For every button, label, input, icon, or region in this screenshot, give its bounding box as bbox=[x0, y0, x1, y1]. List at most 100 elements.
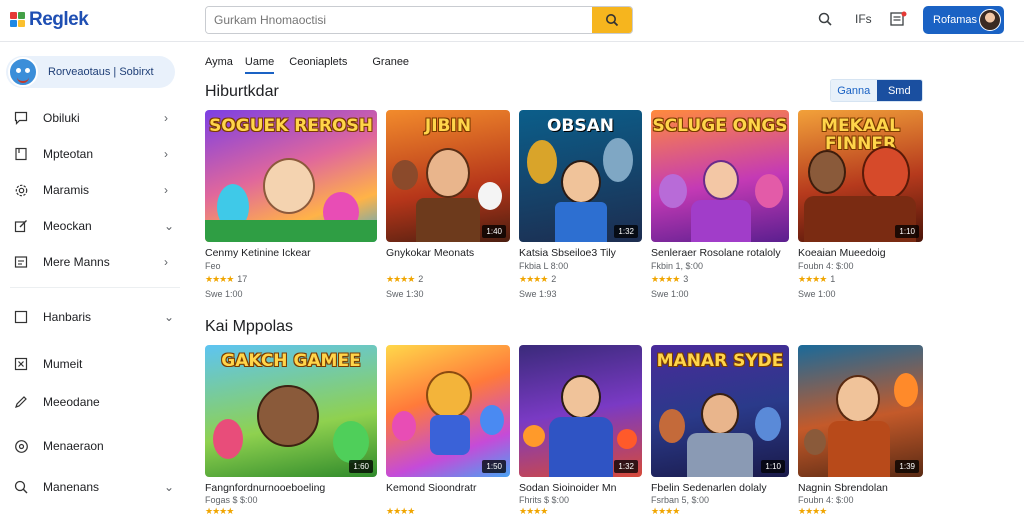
price-label: Swe 1:30 bbox=[386, 289, 424, 299]
tab-granee[interactable]: Granee bbox=[372, 50, 409, 74]
game-thumbnail: SCLUGE ONGS bbox=[651, 110, 789, 242]
logo-mark-icon bbox=[10, 12, 26, 28]
game-card[interactable]: SOGUEK REROSH Cenmy Ketinine Ickear Feo … bbox=[205, 110, 377, 305]
profile-chip[interactable]: Rorveaotaus | Sobirxt bbox=[6, 56, 175, 88]
sidebar-item-menaeraon[interactable]: Menaeraon bbox=[0, 433, 190, 459]
duration-badge: 1:40 bbox=[482, 225, 506, 238]
rating-count: 2 bbox=[551, 274, 557, 284]
sidebar-item-manenans[interactable]: Manenans ⌄ bbox=[0, 474, 190, 500]
search-button[interactable] bbox=[592, 7, 632, 33]
tab-ceoniaplets[interactable]: Ceoniaplets bbox=[289, 50, 347, 74]
price-label: Swe 1:00 bbox=[651, 289, 689, 299]
duration-badge: 1:32 bbox=[614, 460, 638, 473]
game-subtitle: Foubn 4: $:00 bbox=[798, 261, 854, 271]
sidebar-item-mumeit[interactable]: Mumeit bbox=[0, 351, 190, 377]
game-art-title: MANAR SYDE bbox=[656, 351, 784, 371]
toggle-option-smd[interactable]: Smd bbox=[876, 80, 922, 101]
game-card[interactable]: SCLUGE ONGS Senleraer Rosolane rotaloly … bbox=[651, 110, 789, 305]
logo[interactable]: Reglek bbox=[10, 9, 89, 31]
game-subtitle: Fogas $ $:00 bbox=[205, 495, 258, 505]
tab-bar: Ayma Uame Ceoniaplets Granee bbox=[205, 50, 409, 74]
game-card[interactable]: 1:50 Kemond Sioondratr ★★★★ bbox=[386, 345, 510, 516]
sidebar-item-maramis[interactable]: Maramis › bbox=[0, 177, 190, 203]
list-icon bbox=[13, 254, 29, 270]
game-art-title: JIBIN bbox=[424, 116, 472, 136]
sidebar-item-label: Menaeraon bbox=[43, 439, 104, 453]
search-icon bbox=[818, 12, 832, 26]
game-art-title: SOGUEK REROSH bbox=[209, 116, 373, 136]
sidebar-item-hanbaris[interactable]: Hanbaris ⌄ bbox=[0, 304, 190, 330]
user-menu-button[interactable]: Rofamas bbox=[923, 6, 1004, 34]
rating-count: 17 bbox=[237, 274, 248, 284]
game-art-title: OBSAN bbox=[546, 116, 615, 136]
sidebar-item-meockan[interactable]: Meockan ⌄ bbox=[0, 213, 190, 239]
duration-badge: 1:10 bbox=[761, 460, 785, 473]
game-title: Katsia Sbseiloe3 Tily bbox=[519, 247, 616, 259]
chevron-right-icon: › bbox=[164, 147, 168, 161]
game-subtitle: Foubn 4: $:00 bbox=[798, 495, 854, 505]
game-card[interactable]: GAKCH GAMEE 1:60 Fangnfordnurnooeboeling… bbox=[205, 345, 377, 516]
game-card[interactable]: MEKAAL FINNER 1:10 Koeaian Mueedoig Foub… bbox=[798, 110, 923, 305]
sidebar-item-label: Meockan bbox=[43, 219, 92, 233]
duration-badge: 1:32 bbox=[614, 225, 638, 238]
game-thumbnail: OBSAN 1:32 bbox=[519, 110, 642, 242]
game-card[interactable]: 1:32 Sodan Sioinoider Mn Fhrits $ $:00 ★… bbox=[519, 345, 642, 516]
game-thumbnail: SOGUEK REROSH bbox=[205, 110, 377, 242]
rating-count: 1 bbox=[830, 274, 836, 284]
chevron-down-icon: ⌄ bbox=[164, 310, 175, 324]
sidebar-item-obiluki[interactable]: Obiluki › bbox=[0, 105, 190, 131]
message-icon bbox=[13, 110, 29, 126]
game-title: Sodan Sioinoider Mn bbox=[519, 482, 617, 494]
game-subtitle: Fsrban 5, $:00 bbox=[651, 495, 710, 505]
help-link[interactable]: IFs bbox=[855, 12, 872, 26]
game-title: Nagnin Sbrendolan bbox=[798, 482, 888, 494]
sidebar-item-mpteotan[interactable]: Mpteotan › bbox=[0, 141, 190, 167]
toggle-option-ganna[interactable]: Ganna bbox=[831, 80, 877, 101]
chevron-down-icon: ⌄ bbox=[164, 219, 175, 233]
game-card[interactable]: MANAR SYDE 1:10 Fbelin Sedenarlen dolaly… bbox=[651, 345, 789, 516]
globe-icon bbox=[13, 438, 29, 454]
sidebar-item-meeodane[interactable]: Meeodane bbox=[0, 389, 190, 415]
game-thumbnail: 1:50 bbox=[386, 345, 510, 477]
game-subtitle: Feo bbox=[205, 261, 221, 271]
profile-name: Rorveaotaus | Sobirxt bbox=[48, 66, 154, 78]
avatar bbox=[8, 57, 38, 87]
duration-badge: 1:60 bbox=[349, 460, 373, 473]
price-label: Swe 1:93 bbox=[519, 289, 557, 299]
game-card[interactable]: OBSAN 1:32 Katsia Sbseiloe3 Tily Fkbia L… bbox=[519, 110, 642, 305]
game-title: Fbelin Sedenarlen dolaly bbox=[651, 482, 767, 494]
search-icon bbox=[13, 479, 29, 495]
logo-text: Reglek bbox=[29, 9, 89, 30]
search-input[interactable] bbox=[206, 7, 592, 33]
section-title: Hiburtkdar bbox=[205, 83, 279, 100]
edit-icon bbox=[13, 218, 29, 234]
game-card[interactable]: 1:39 Nagnin Sbrendolan Foubn 4: $:00 ★★★… bbox=[798, 345, 923, 516]
header-search-button[interactable] bbox=[818, 12, 832, 29]
sidebar-item-label: Obiluki bbox=[43, 111, 80, 125]
chevron-right-icon: › bbox=[164, 111, 168, 125]
top-bar: Reglek IFs Rofamas bbox=[0, 0, 1024, 42]
gear-icon bbox=[13, 182, 29, 198]
game-art-title: SCLUGE ONGS bbox=[652, 116, 788, 136]
duration-badge: 1:39 bbox=[895, 460, 919, 473]
duration-badge: 1:50 bbox=[482, 460, 506, 473]
price-label: Swe 1:00 bbox=[798, 289, 836, 299]
tab-uame[interactable]: Uame bbox=[244, 50, 275, 74]
search-bar bbox=[205, 6, 633, 34]
notifications-icon bbox=[890, 11, 907, 26]
chevron-right-icon: › bbox=[164, 183, 168, 197]
sidebar-item-label: Maramis bbox=[43, 183, 90, 197]
sidebar-item-label: Meeodane bbox=[43, 395, 100, 409]
rating-stars: ★★★★ 2 bbox=[386, 274, 424, 284]
pencil-icon bbox=[13, 394, 29, 410]
game-subtitle: Fkbia L 8:00 bbox=[519, 261, 569, 271]
chevron-down-icon: ⌄ bbox=[164, 480, 175, 494]
notifications-button[interactable] bbox=[890, 11, 907, 29]
game-card[interactable]: JIBIN 1:40 Gnykokar Meonats ★★★★ 2 Swe 1:… bbox=[386, 110, 510, 305]
tab-ayma[interactable]: Ayma bbox=[205, 50, 233, 74]
x-box-icon bbox=[13, 356, 29, 372]
search-icon bbox=[606, 14, 619, 27]
bookmark-icon bbox=[13, 146, 29, 162]
game-thumbnail: 1:32 bbox=[519, 345, 642, 477]
sidebar-item-mere-manns[interactable]: Mere Manns › bbox=[0, 249, 190, 275]
